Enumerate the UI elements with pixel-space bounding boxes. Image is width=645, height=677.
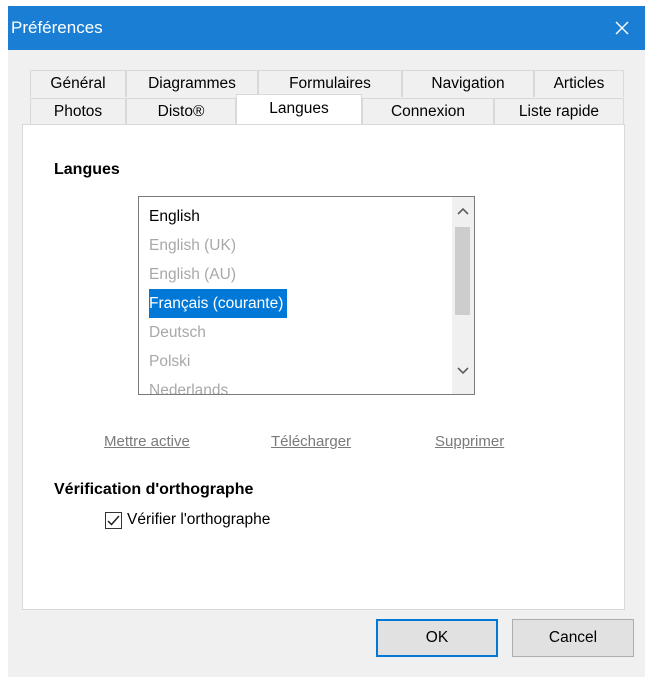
tab-label: Général [50,75,106,92]
tab-label: Articles [553,75,605,92]
list-item-label: English [149,208,200,225]
list-item-label: Deutsch [149,324,206,341]
languages-listbox[interactable]: English English (UK) English (AU) França… [138,196,475,395]
tab-label: Photos [53,103,103,120]
list-item[interactable]: English (UK) [149,231,449,260]
scroll-up-button[interactable] [452,199,474,223]
tab-label: Formulaires [289,75,371,92]
ok-button[interactable]: OK [376,619,498,657]
list-item[interactable]: Nederlands [149,376,449,395]
tab-diagrammes[interactable]: Diagrammes [126,70,258,97]
title-bar: Préférences [8,6,645,50]
tab-formulaires[interactable]: Formulaires [258,70,402,97]
tab-label: Diagrammes [148,75,236,92]
list-item[interactable]: English (AU) [149,260,449,289]
tab-navigation[interactable]: Navigation [402,70,534,97]
tab-general[interactable]: Général [30,70,126,97]
scroll-thumb[interactable] [455,227,470,315]
tab-label: Langues [269,100,329,117]
list-item-label: English (UK) [149,237,236,254]
langues-panel: Langues English English (UK) English (AU… [22,124,625,610]
chevron-down-icon [457,367,469,375]
tab-label: Navigation [431,75,505,92]
spellcheck-checkbox[interactable] [105,511,122,529]
spellcheck-heading: Vérification d'orthographe [54,481,254,498]
languages-list: English English (UK) English (AU) França… [149,202,449,395]
download-link[interactable]: Télécharger [271,433,351,450]
list-item[interactable]: English [149,202,449,231]
chevron-up-icon [457,207,469,215]
delete-link[interactable]: Supprimer [435,433,504,450]
list-item-label: Français (courante) [149,289,288,318]
languages-heading: Langues [54,161,120,178]
close-button[interactable] [599,6,645,50]
tab-label: Disto® [157,103,205,120]
tab-langues[interactable]: Langues [236,94,362,124]
cancel-button-label: Cancel [548,629,598,646]
tab-liste-rapide[interactable]: Liste rapide [494,98,624,125]
list-item[interactable]: Deutsch [149,318,449,347]
ok-button-label: OK [425,629,449,646]
tab-disto[interactable]: Disto® [126,98,236,125]
checkmark-icon [107,515,120,526]
list-item-selected[interactable]: Français (courante) [149,289,449,318]
list-item-label: Nederlands [149,382,229,395]
set-active-link[interactable]: Mettre active [104,433,190,450]
spellcheck-checkbox-row[interactable]: Vérifier l'orthographe [105,511,270,529]
spellcheck-checkbox-label: Vérifier l'orthographe [127,511,271,528]
tab-articles[interactable]: Articles [534,70,624,97]
close-icon [615,21,629,35]
scroll-down-button[interactable] [452,359,474,383]
cancel-button[interactable]: Cancel [512,619,634,657]
list-item-label: English (AU) [149,266,236,283]
window-title: Préférences [11,18,103,37]
vertical-scrollbar[interactable] [452,197,474,394]
list-item[interactable]: Polski [149,347,449,376]
tab-label: Liste rapide [518,103,600,120]
tab-label: Connexion [390,103,466,120]
tab-connexion[interactable]: Connexion [362,98,494,125]
tab-photos[interactable]: Photos [30,98,126,125]
list-item-label: Polski [149,353,191,370]
